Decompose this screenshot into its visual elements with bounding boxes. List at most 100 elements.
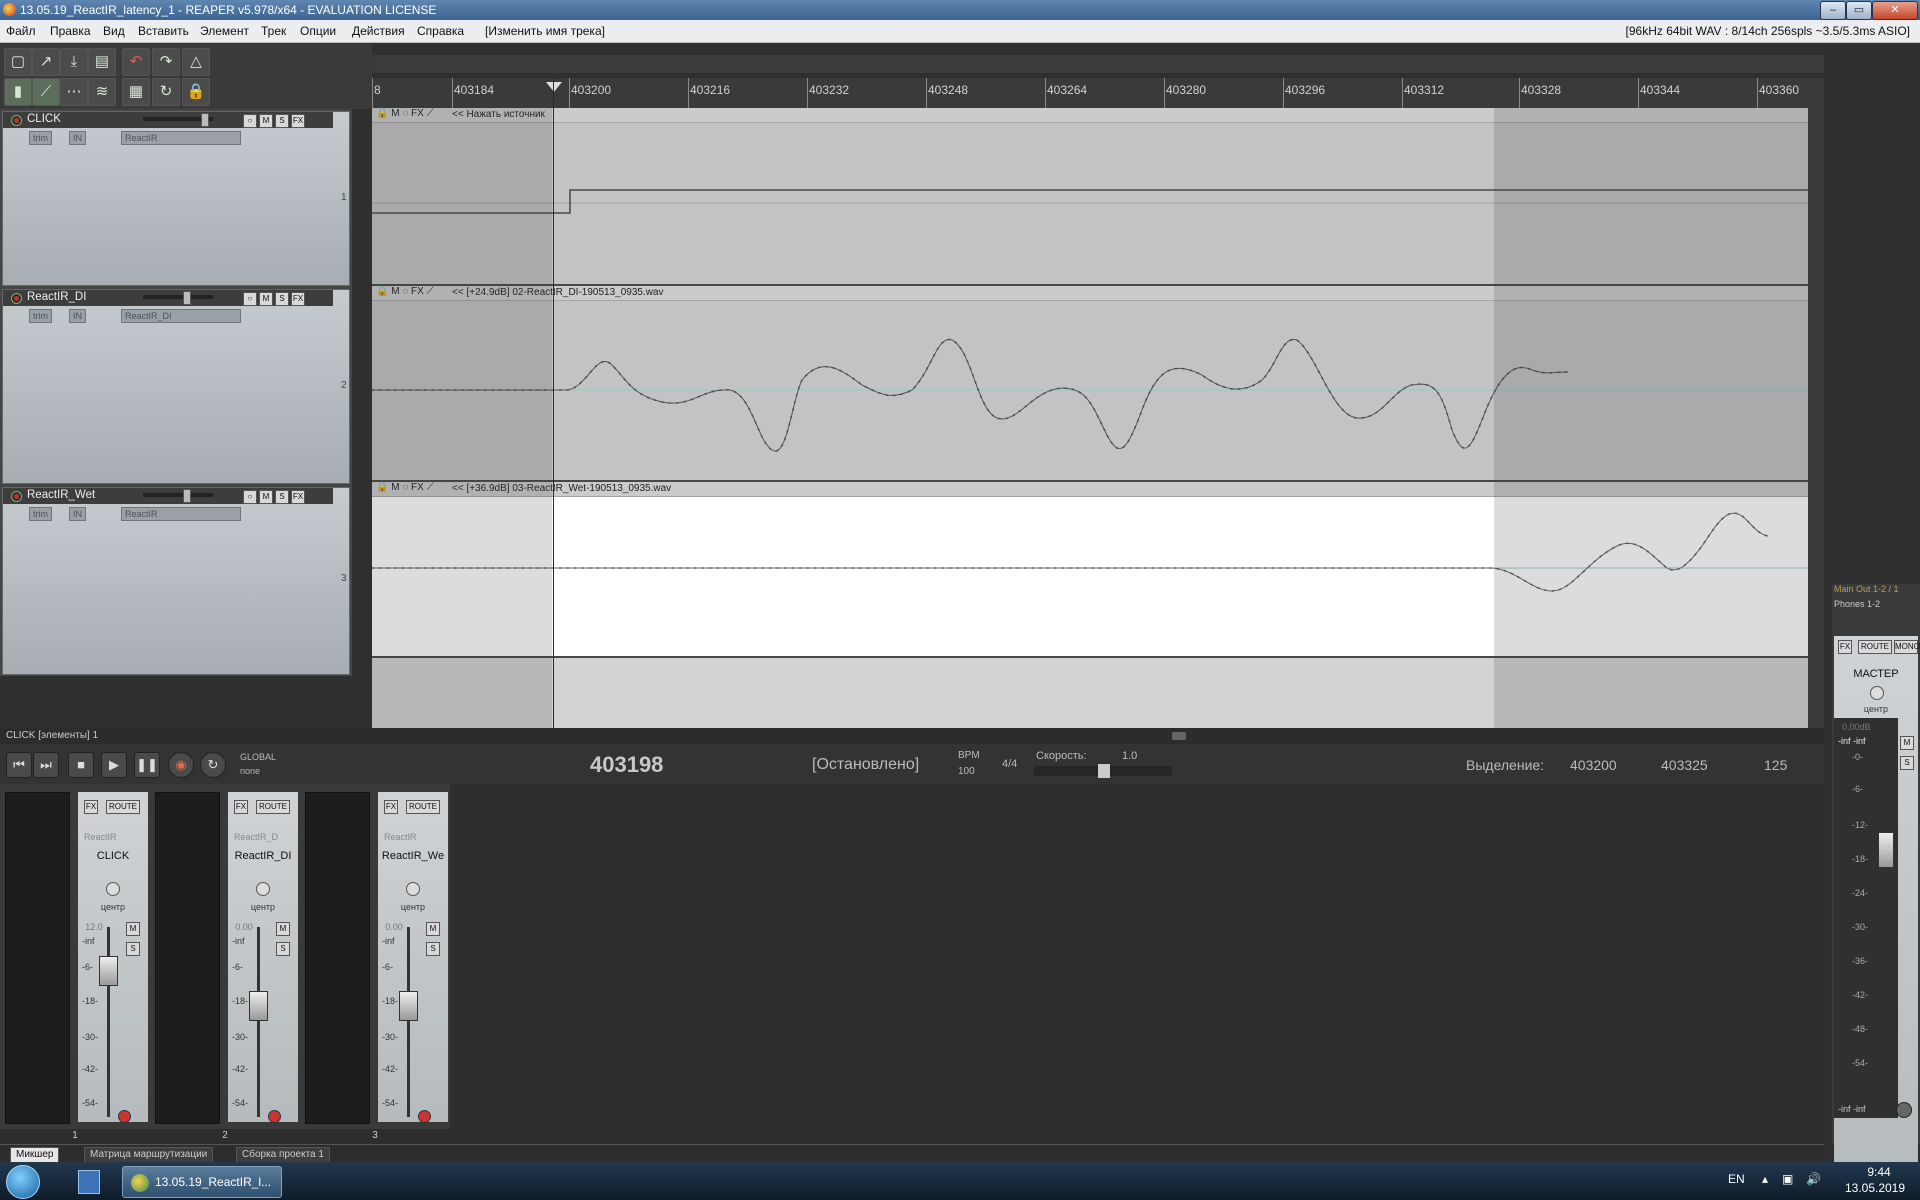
record-arm-button[interactable] — [11, 491, 22, 502]
route-button[interactable]: ROUTE — [406, 800, 440, 814]
mixer-strip-reactir-di[interactable]: FX ROUTE ReactIR_D ReactIR_DI центр 0.00… — [150, 784, 300, 1141]
record-arm-button[interactable] — [418, 1110, 431, 1123]
ruler-region-bar[interactable] — [372, 55, 1824, 73]
record-button[interactable]: ◉ — [168, 752, 194, 778]
route-button[interactable]: ROUTE — [1858, 640, 1892, 654]
strip-name[interactable]: CLICK — [78, 850, 148, 864]
fx-button[interactable]: FX — [291, 292, 305, 306]
input-button[interactable]: IN — [69, 131, 86, 145]
solo-button[interactable]: S — [275, 292, 289, 306]
fx-button[interactable]: FX — [384, 800, 398, 814]
strip-fx-name[interactable]: ReactIR_D — [234, 832, 278, 842]
menu-insert[interactable]: Вставить — [138, 24, 189, 38]
fx-name-field[interactable]: ReactIR_DI — [121, 309, 241, 323]
pinned-app-icon[interactable] — [78, 1170, 100, 1194]
pan-knob[interactable] — [1870, 686, 1884, 700]
go-to-end-button[interactable]: ⏭ — [33, 752, 59, 778]
pan-knob[interactable]: ○ — [243, 292, 257, 306]
fx-button[interactable]: FX — [234, 800, 248, 814]
track-panel-reactir-wet[interactable]: ReactIR_Wet ○ M S FX trim IN ReactIR 3 — [2, 487, 350, 675]
tray-arrow-icon[interactable]: ▴ — [1762, 1172, 1768, 1186]
menu-item[interactable]: Элемент — [200, 24, 249, 38]
volume-icon[interactable]: 🔊 — [1806, 1172, 1821, 1186]
menu-track[interactable]: Трек — [261, 24, 286, 38]
selection-start[interactable]: 403200 — [1570, 757, 1617, 773]
mute-button[interactable]: M — [426, 922, 440, 936]
mute-button[interactable]: M — [259, 490, 273, 504]
pan-knob[interactable] — [256, 882, 270, 896]
envelope-icon[interactable]: ≋ — [88, 78, 116, 106]
strip-volume[interactable]: 0.00 — [228, 922, 260, 932]
master-fader-knob[interactable] — [1878, 832, 1894, 868]
mute-button[interactable]: M — [259, 292, 273, 306]
fader-knob[interactable] — [249, 991, 268, 1021]
stop-button[interactable]: ■ — [68, 752, 94, 778]
arrange-view[interactable]: 🔒 M ◌ FX ⟋ << Нажать источник 🔒 M ◌ FX ⟋… — [372, 78, 1808, 728]
selection-length[interactable]: 125 — [1764, 757, 1787, 773]
pan-knob[interactable]: ○ — [243, 114, 257, 128]
fader-knob[interactable] — [99, 955, 118, 986]
solo-button[interactable]: S — [275, 114, 289, 128]
menu-actions[interactable]: Действия — [352, 24, 405, 38]
track-volume-fader[interactable] — [143, 113, 213, 127]
route-button[interactable]: ROUTE — [256, 800, 290, 814]
tab-project-bay[interactable]: Сборка проекта 1 — [236, 1147, 330, 1163]
fader-knob[interactable] — [201, 113, 209, 127]
track-panel-click[interactable]: CLICK ○ M S FX trim IN ReactIR 1 — [2, 111, 350, 286]
fx-button[interactable]: FX — [84, 800, 98, 814]
solo-button[interactable]: S — [126, 942, 140, 956]
track-volume-fader[interactable] — [143, 291, 213, 305]
record-arm-button[interactable] — [268, 1110, 281, 1123]
trim-button[interactable]: trim — [29, 507, 52, 521]
input-button[interactable]: IN — [69, 507, 86, 521]
lock-icon[interactable]: 🔒 — [182, 78, 210, 106]
menu-edit[interactable]: Правка — [50, 24, 91, 38]
fx-button[interactable]: FX — [291, 490, 305, 504]
menu-rename-track[interactable]: [Изменить имя трека] — [485, 24, 605, 38]
mixer-strip-click[interactable]: FX ROUTE ReactIR CLICK центр 12.0 M S -i… — [0, 784, 150, 1141]
menu-help[interactable]: Справка — [417, 24, 464, 38]
fx-button[interactable]: FX — [291, 114, 305, 128]
mute-button[interactable]: M — [1900, 736, 1914, 750]
menu-view[interactable]: Вид — [103, 24, 125, 38]
input-button[interactable]: IN — [69, 309, 86, 323]
solo-button[interactable]: S — [276, 942, 290, 956]
route-button[interactable]: ROUTE — [106, 800, 140, 814]
master-volume[interactable]: 0.00dB — [1842, 722, 1871, 732]
strip-name[interactable]: ReactIR_DI — [228, 850, 298, 864]
redo-icon[interactable]: ↷ — [152, 48, 180, 76]
save-project-icon[interactable]: ⤓ — [60, 48, 88, 76]
clock-date[interactable]: 13.05.2019 — [1838, 1181, 1912, 1195]
metronome-icon[interactable]: △ — [182, 48, 210, 76]
menu-file[interactable]: Файл — [6, 24, 36, 38]
master-output-1[interactable]: Main Out 1-2 / 1 — [1834, 584, 1899, 594]
go-to-start-button[interactable]: ⏮ — [6, 752, 32, 778]
mono-button[interactable]: MONO — [1894, 640, 1920, 654]
mute-button[interactable]: M — [276, 922, 290, 936]
open-project-icon[interactable]: ↗ — [32, 48, 60, 76]
taskbar-reaper-window[interactable]: 13.05.19_ReactIR_l... — [122, 1166, 282, 1198]
track-panel-reactir-di[interactable]: ReactIR_DI ○ M S FX trim IN ReactIR_DI 2 — [2, 289, 350, 484]
pan-knob[interactable] — [406, 882, 420, 896]
fx-button[interactable]: FX — [1838, 640, 1852, 654]
project-settings-icon[interactable]: ▤ — [88, 48, 116, 76]
repeat-button[interactable]: ↻ — [200, 752, 226, 778]
master-output-2[interactable]: Phones 1-2 — [1834, 599, 1880, 609]
vertical-scrollbar[interactable] — [1808, 108, 1824, 728]
new-project-icon[interactable]: ▢ — [4, 48, 32, 76]
minimize-button[interactable]: – — [1820, 1, 1846, 20]
timeline-ruler[interactable]: 8 403184 403200 403216 403232 403248 403… — [372, 78, 1824, 108]
play-button[interactable]: ▶ — [101, 752, 127, 778]
maximize-button[interactable]: ▭ — [1846, 1, 1872, 20]
close-button[interactable]: ✕ — [1872, 1, 1918, 20]
fx-name-field[interactable]: ReactIR — [121, 507, 241, 521]
mute-button[interactable]: M — [259, 114, 273, 128]
fader-knob[interactable] — [183, 489, 191, 503]
solo-button[interactable]: S — [275, 490, 289, 504]
tab-mixer[interactable]: Микшер — [10, 1147, 60, 1163]
time-signature[interactable]: 4/4 — [1002, 758, 1017, 770]
selection-end[interactable]: 403325 — [1661, 757, 1708, 773]
trim-button[interactable]: trim — [29, 131, 52, 145]
undo-icon[interactable]: ↶ — [122, 48, 150, 76]
strip-volume[interactable]: 0.00 — [378, 922, 410, 932]
